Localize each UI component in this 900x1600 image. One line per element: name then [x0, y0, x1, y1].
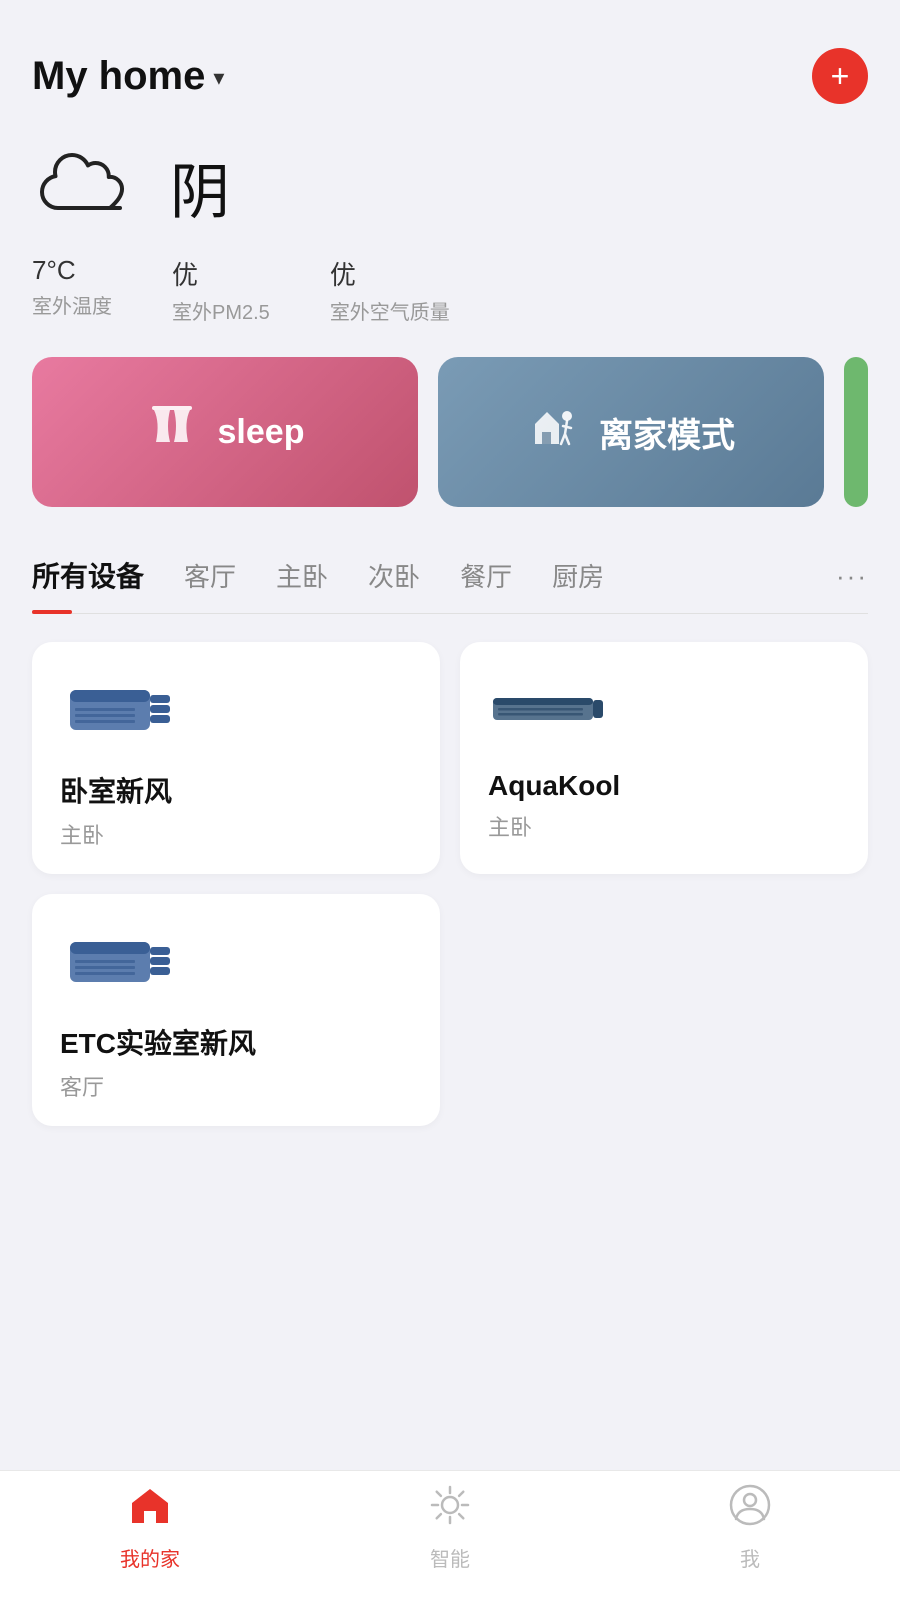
device-image-hvac2 — [60, 922, 180, 1002]
device-name-bedroom-ventilation: 卧室新风 — [60, 770, 412, 810]
device-card-etc-ventilation[interactable]: ETC实验室新风 客厅 — [32, 894, 440, 1126]
device-image-hvac1 — [60, 670, 180, 750]
pm25-stat: 优 室外PM2.5 — [172, 255, 270, 325]
devices-grid: 卧室新风 主卧 AquaKool 主卧 — [0, 614, 900, 1154]
temp-value: 7°C — [32, 255, 112, 286]
nav-item-home[interactable]: 我的家 — [90, 1483, 210, 1572]
profile-nav-label: 我 — [740, 1543, 760, 1572]
header: My home ▾ + — [0, 0, 900, 120]
add-button[interactable]: + — [812, 48, 868, 104]
home-nav-icon — [128, 1483, 172, 1537]
pm25-value: 优 — [172, 255, 270, 292]
home-nav-label: 我的家 — [120, 1543, 180, 1572]
leave-mode-card[interactable]: 离家模式 — [438, 357, 824, 507]
mode-section: sleep 离家模式 — [0, 357, 900, 539]
chevron-down-icon: ▾ — [213, 65, 224, 91]
home-title: My home — [32, 54, 205, 99]
weather-condition: 阴 — [170, 144, 230, 231]
curtain-icon — [146, 400, 198, 464]
extra-mode-card-peek[interactable] — [844, 357, 868, 507]
tabs-more-button[interactable]: ··· — [836, 545, 868, 608]
tabs-bar: 所有设备 客厅 主卧 次卧 餐厅 厨房 ··· — [32, 539, 868, 614]
tab-dining-room[interactable]: 餐厅 — [460, 541, 512, 612]
home-title-wrap[interactable]: My home ▾ — [32, 54, 224, 99]
sleep-mode-card[interactable]: sleep — [32, 357, 418, 507]
weather-stats: 7°C 室外温度 优 室外PM2.5 优 室外空气质量 — [32, 255, 868, 325]
nav-item-profile[interactable]: 我 — [690, 1483, 810, 1572]
sleep-mode-label: sleep — [218, 413, 305, 452]
temp-stat: 7°C 室外温度 — [32, 255, 112, 325]
nav-item-smart[interactable]: 智能 — [390, 1483, 510, 1572]
air-quality-stat: 优 室外空气质量 — [330, 255, 450, 325]
smart-nav-icon — [428, 1483, 472, 1537]
smart-nav-label: 智能 — [430, 1543, 470, 1572]
tabs-section: 所有设备 客厅 主卧 次卧 餐厅 厨房 ··· — [0, 539, 900, 614]
tab-living-room[interactable]: 客厅 — [184, 541, 236, 612]
device-name-aquakool: AquaKool — [488, 770, 840, 802]
plus-icon: + — [831, 60, 850, 92]
device-card-aquakool[interactable]: AquaKool 主卧 — [460, 642, 868, 874]
cloud-icon — [32, 148, 142, 228]
pm25-label: 室外PM2.5 — [172, 296, 270, 325]
device-room-etc-ventilation: 客厅 — [60, 1070, 412, 1102]
tab-kitchen[interactable]: 厨房 — [552, 541, 604, 612]
device-room-bedroom-ventilation: 主卧 — [60, 818, 412, 850]
weather-main: 阴 — [32, 144, 868, 231]
tab-second-bedroom[interactable]: 次卧 — [368, 541, 420, 612]
device-card-bedroom-ventilation[interactable]: 卧室新风 主卧 — [32, 642, 440, 874]
device-room-aquakool: 主卧 — [488, 810, 840, 842]
leave-icon — [527, 400, 579, 464]
air-quality-value: 优 — [330, 255, 450, 292]
tab-master-bedroom[interactable]: 主卧 — [276, 541, 328, 612]
bottom-nav: 我的家 智能 我 — [0, 1470, 900, 1600]
weather-section: 阴 7°C 室外温度 优 室外PM2.5 优 室外空气质量 — [0, 120, 900, 357]
temp-label: 室外温度 — [32, 290, 112, 319]
device-image-aquakool — [488, 670, 608, 750]
device-name-etc-ventilation: ETC实验室新风 — [60, 1022, 412, 1062]
air-quality-label: 室外空气质量 — [330, 296, 450, 325]
tab-all-devices[interactable]: 所有设备 — [32, 539, 144, 613]
leave-mode-label: 离家模式 — [599, 408, 735, 457]
profile-nav-icon — [728, 1483, 772, 1537]
